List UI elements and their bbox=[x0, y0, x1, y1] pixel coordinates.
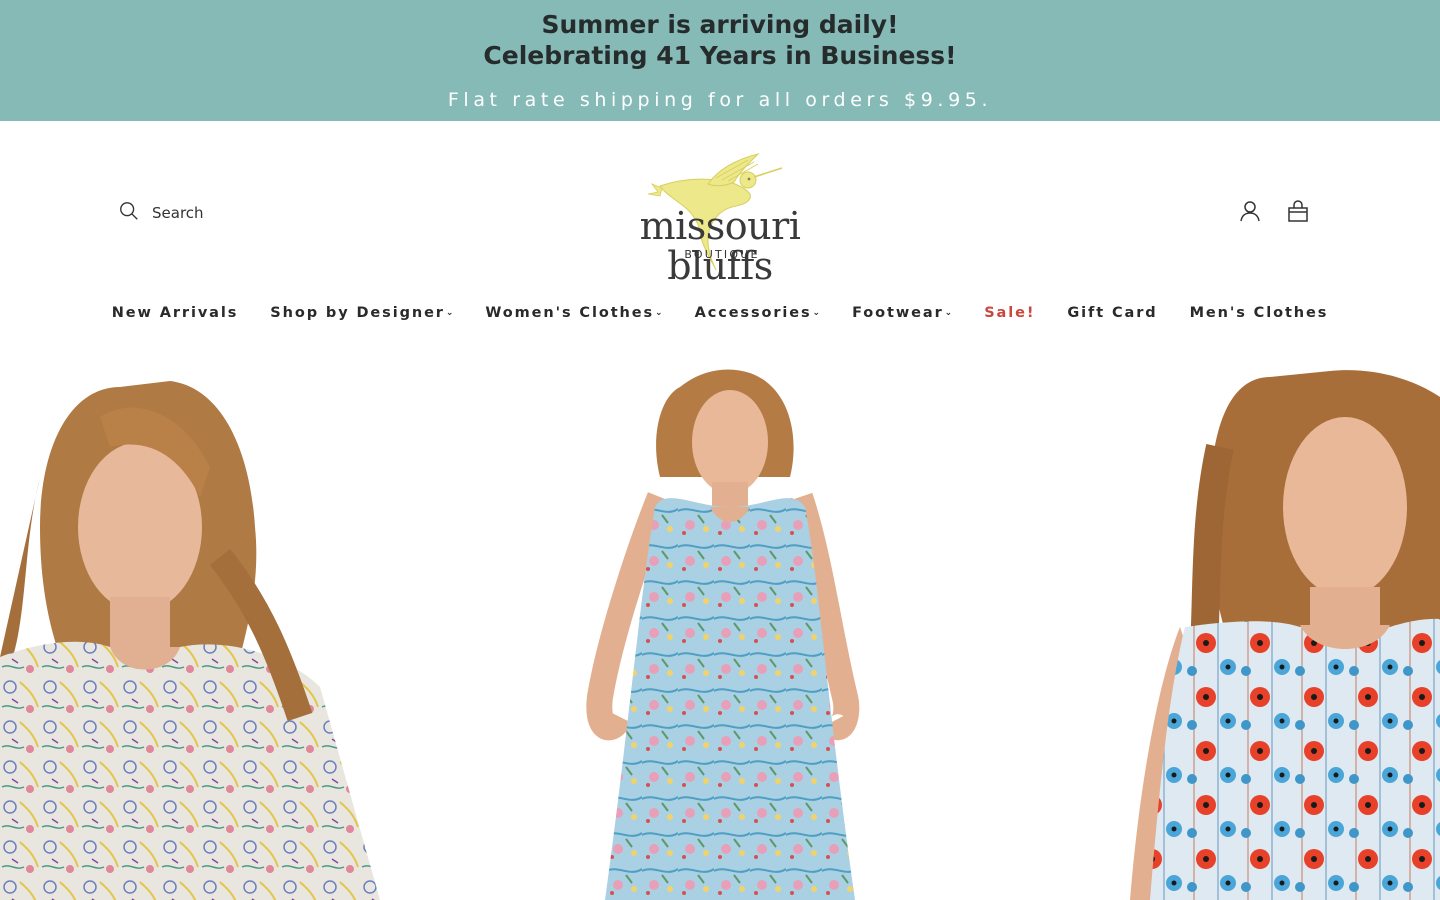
search-icon bbox=[118, 200, 140, 226]
logo-wordmark: missouri bluffs bbox=[639, 204, 801, 288]
nav-shop-by-designer[interactable]: Shop by Designer ⌄ bbox=[254, 305, 469, 321]
nav-womens-clothes[interactable]: Women's Clothes ⌄ bbox=[469, 305, 678, 321]
bag-icon bbox=[1286, 199, 1310, 227]
cart-button[interactable] bbox=[1286, 199, 1310, 227]
nav-footwear[interactable]: Footwear ⌄ bbox=[836, 305, 968, 321]
announcement-subheadline: Celebrating 41 Years in Business! bbox=[483, 41, 957, 70]
shipping-notice: Flat rate shipping for all orders $9.95. bbox=[447, 89, 993, 111]
header-actions bbox=[1238, 199, 1310, 227]
account-button[interactable] bbox=[1238, 199, 1262, 227]
announcement-headline: Summer is arriving daily! bbox=[541, 10, 899, 39]
nav-gift-card[interactable]: Gift Card bbox=[1051, 305, 1173, 321]
nav-accessories[interactable]: Accessories ⌄ bbox=[679, 305, 837, 321]
search-field[interactable]: Search bbox=[118, 199, 318, 227]
nav-sale[interactable]: Sale! bbox=[968, 305, 1051, 321]
hero-banner[interactable] bbox=[0, 357, 1440, 900]
chevron-down-icon: ⌄ bbox=[655, 308, 663, 318]
search-label: Search bbox=[152, 204, 204, 222]
store-logo[interactable]: missouri bluffs BOUTIQUE bbox=[598, 150, 842, 286]
main-navigation: New Arrivals Shop by Designer ⌄ Women's C… bbox=[0, 300, 1440, 326]
chevron-down-icon: ⌄ bbox=[812, 308, 821, 318]
chevron-down-icon: ⌄ bbox=[944, 308, 953, 318]
announcement-bar: Summer is arriving daily! Celebrating 41… bbox=[0, 0, 1440, 121]
chevron-down-icon: ⌄ bbox=[445, 308, 454, 318]
nav-new-arrivals[interactable]: New Arrivals bbox=[96, 305, 255, 321]
nav-mens-clothes[interactable]: Men's Clothes bbox=[1174, 305, 1345, 321]
hero-image-right bbox=[1130, 370, 1440, 900]
hero-image-center bbox=[586, 369, 860, 900]
user-icon bbox=[1238, 199, 1262, 227]
hero-image-left bbox=[0, 381, 380, 900]
logo-subtitle: BOUTIQUE bbox=[684, 248, 760, 261]
